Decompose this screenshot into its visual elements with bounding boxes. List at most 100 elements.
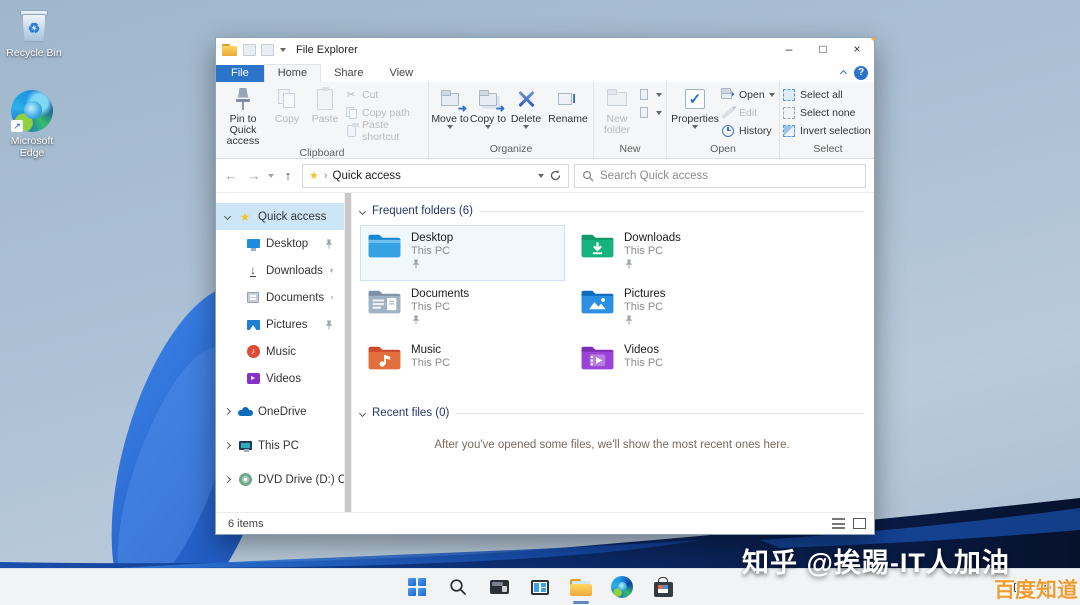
sidebar-item-pictures[interactable]: Pictures: [216, 311, 344, 338]
copy-to-button[interactable]: ➜ Copy to: [469, 84, 507, 129]
music-icon: ♪: [247, 345, 260, 358]
taskbar-edge-button[interactable]: [609, 574, 635, 600]
new-item-icon: ✦: [638, 88, 652, 102]
sidebar-item-desktop[interactable]: Desktop: [216, 230, 344, 257]
qat-properties-icon[interactable]: [243, 44, 256, 56]
start-button[interactable]: [404, 574, 430, 600]
paste-button[interactable]: Paste: [306, 84, 344, 125]
history-icon: [721, 124, 735, 138]
easy-access-caret-icon: [656, 111, 662, 115]
address-breadcrumb[interactable]: ★ › Quick access: [302, 164, 569, 188]
easy-access-button[interactable]: [638, 105, 664, 120]
select-all-button[interactable]: Select all: [782, 87, 874, 102]
collapse-ribbon-icon[interactable]: [840, 69, 847, 76]
select-none-button[interactable]: Select none: [782, 105, 874, 120]
edge-icon: [611, 576, 633, 598]
file-explorer-window: File Explorer – □ × File Home Share View…: [215, 37, 875, 535]
sidebar-item-documents[interactable]: Documents: [216, 284, 344, 311]
invert-selection-button[interactable]: Invert selection: [782, 123, 874, 138]
taskbar-file-explorer-button[interactable]: [568, 574, 594, 600]
search-input[interactable]: [600, 170, 858, 182]
this-pc-icon: [239, 441, 252, 450]
taskbar-store-button[interactable]: [650, 574, 676, 600]
delete-button[interactable]: Delete: [507, 84, 545, 129]
copy-button[interactable]: Copy: [268, 84, 306, 125]
maximize-button[interactable]: □: [806, 38, 840, 62]
sidebar-item-dvd-drive[interactable]: DVD Drive (D:) CC: [216, 466, 344, 493]
cut-button[interactable]: ✂ Cut: [344, 87, 426, 102]
widgets-button[interactable]: [527, 574, 553, 600]
tab-view[interactable]: View: [376, 65, 426, 82]
large-icons-view-icon[interactable]: [853, 518, 866, 529]
paste-shortcut-button[interactable]: Paste shortcut: [344, 123, 426, 138]
frequent-folders-header[interactable]: Frequent folders (6): [360, 201, 864, 221]
widgets-icon: [531, 580, 549, 595]
pin-to-quick-access-button[interactable]: Pin to Quick access: [218, 84, 268, 147]
address-dropdown-icon[interactable]: [538, 174, 544, 178]
title-bar[interactable]: File Explorer – □ ×: [216, 38, 874, 62]
tile-desktop[interactable]: Desktop This PC: [360, 225, 565, 281]
recent-files-header[interactable]: Recent files (0): [360, 403, 864, 423]
search-icon: [449, 578, 467, 596]
tile-music[interactable]: Music This PC: [360, 337, 565, 393]
rename-button[interactable]: I Rename: [545, 84, 591, 125]
minimize-button[interactable]: –: [772, 38, 806, 62]
chevron-down-icon[interactable]: [359, 207, 366, 214]
tab-home[interactable]: Home: [264, 64, 321, 82]
explorer-logo-icon: [222, 44, 237, 56]
search-box[interactable]: [574, 164, 866, 188]
shortcut-arrow-icon: ↗: [11, 120, 23, 132]
sidebar-item-downloads[interactable]: ↓ Downloads: [216, 257, 344, 284]
recent-locations-icon[interactable]: [268, 174, 274, 178]
sidebar-item-videos[interactable]: Videos: [216, 365, 344, 392]
properties-caret-icon: [692, 125, 698, 129]
taskbar-search-button[interactable]: [445, 574, 471, 600]
qat-new-folder-icon[interactable]: [261, 44, 274, 56]
task-view-button[interactable]: [486, 574, 512, 600]
properties-button[interactable]: ✓ Properties: [669, 84, 721, 129]
edit-button[interactable]: Edit: [721, 105, 777, 120]
chevron-down-icon[interactable]: [359, 409, 366, 416]
tile-videos[interactable]: Videos This PC: [573, 337, 778, 393]
sidebar-scrollbar[interactable]: [344, 193, 352, 512]
chevron-right-icon[interactable]: [223, 408, 230, 415]
chevron-right-icon[interactable]: [223, 442, 230, 449]
history-button[interactable]: History: [721, 123, 777, 138]
organize-group-label: Organize: [431, 143, 591, 158]
pin-icon: [329, 266, 334, 276]
quick-access-star-icon: ★: [309, 169, 319, 182]
tile-pictures[interactable]: Pictures This PC: [573, 281, 778, 337]
ribbon-group-open: ✓ Properties ➜ Open Edit: [667, 82, 780, 158]
tile-downloads[interactable]: Downloads This PC: [573, 225, 778, 281]
open-caret-icon: [769, 93, 775, 97]
chevron-down-icon[interactable]: [223, 213, 230, 220]
tile-documents[interactable]: Documents This PC: [360, 281, 565, 337]
details-view-icon[interactable]: [832, 518, 845, 529]
sidebar-item-music[interactable]: ♪ Music: [216, 338, 344, 365]
window-title: File Explorer: [296, 44, 358, 56]
new-folder-button[interactable]: New folder: [596, 84, 638, 136]
file-explorer-icon: [570, 579, 592, 596]
ribbon-tabs: File Home Share View ?: [216, 62, 874, 82]
new-item-button[interactable]: ✦: [638, 87, 664, 102]
refresh-icon[interactable]: [549, 169, 562, 182]
chevron-right-icon[interactable]: [223, 476, 230, 483]
pin-icon: [624, 315, 634, 325]
sidebar-item-quick-access[interactable]: ★ Quick access: [216, 203, 344, 230]
up-button[interactable]: ↑: [279, 168, 297, 183]
recycle-bin-shortcut[interactable]: ♻ Recycle Bin: [6, 8, 62, 59]
items-count: 6 items: [228, 518, 263, 530]
back-button[interactable]: ←: [222, 168, 240, 183]
open-button[interactable]: ➜ Open: [721, 87, 777, 102]
move-to-button[interactable]: ➜ Move to: [431, 84, 469, 129]
help-button[interactable]: ?: [854, 66, 868, 80]
breadcrumb-location[interactable]: Quick access: [333, 170, 401, 182]
qat-customize-icon[interactable]: [280, 48, 286, 52]
forward-button[interactable]: →: [245, 168, 263, 183]
tab-share[interactable]: Share: [321, 65, 376, 82]
edge-shortcut[interactable]: ↗ Microsoft Edge: [4, 90, 60, 159]
sidebar-item-onedrive[interactable]: OneDrive: [216, 398, 344, 425]
tab-file[interactable]: File: [216, 65, 264, 82]
sidebar-item-this-pc[interactable]: This PC: [216, 432, 344, 459]
active-app-indicator: [573, 601, 589, 604]
